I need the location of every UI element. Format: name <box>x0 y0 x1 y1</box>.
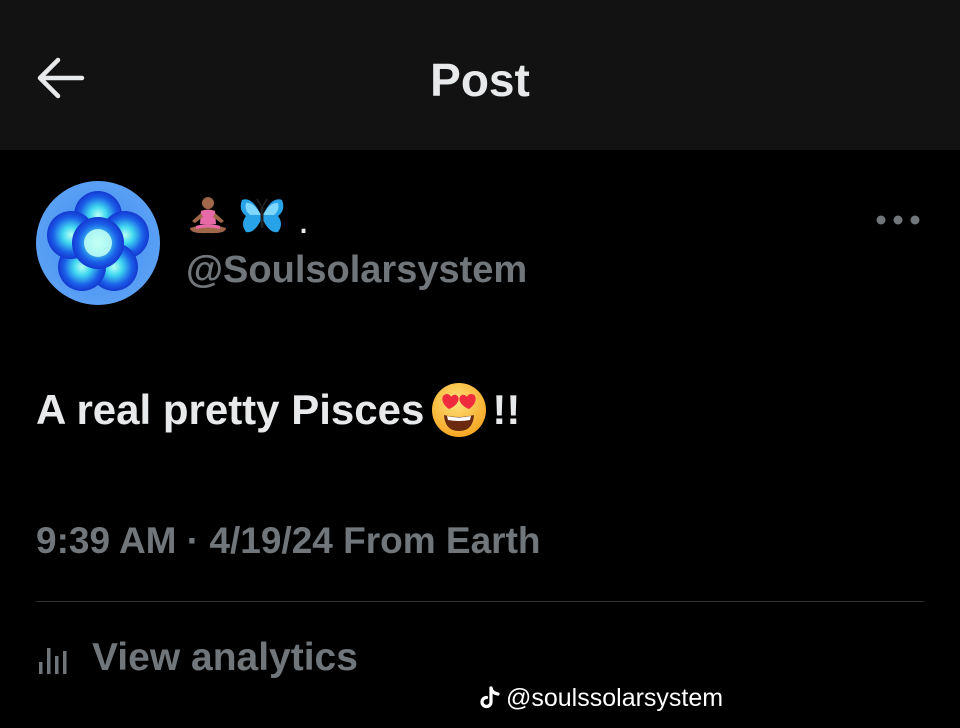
view-analytics-label: View analytics <box>92 636 358 679</box>
watermark: @soulssolarsystem <box>480 683 723 713</box>
top-bar: Post <box>0 0 960 150</box>
post-text-exclaim: !! <box>492 386 521 433</box>
display-name-suffix: . <box>298 198 310 242</box>
heart-eyes-emoji-icon <box>430 381 488 439</box>
meta-separator: · <box>186 520 200 561</box>
analytics-icon <box>36 640 72 676</box>
post-date: 4/19/24 <box>209 520 333 561</box>
post-text: A real pretty Pisces !! <box>36 380 520 440</box>
post-source: From Earth <box>343 520 541 561</box>
avatar[interactable] <box>36 181 160 305</box>
more-horizontal-icon <box>876 215 920 225</box>
watermark-text: @soulssolarsystem <box>506 683 724 712</box>
tiktok-icon <box>480 686 502 710</box>
divider <box>36 601 924 602</box>
more-options-button[interactable] <box>868 203 928 237</box>
person-meditating-emoji-icon <box>186 194 230 247</box>
page-title: Post <box>430 54 530 106</box>
author-handle[interactable]: @Soulsolarsystem <box>186 248 527 292</box>
blue-flower-avatar-icon <box>36 181 160 305</box>
post-text-main: A real pretty Pisces <box>36 386 425 433</box>
display-name[interactable]: . <box>186 194 309 246</box>
view-analytics-button[interactable]: View analytics <box>36 632 358 684</box>
butterfly-emoji-icon <box>238 194 286 247</box>
post-metadata: 9:39 AM · 4/19/24 From Earth <box>36 518 541 564</box>
post-time: 9:39 AM <box>36 520 177 561</box>
